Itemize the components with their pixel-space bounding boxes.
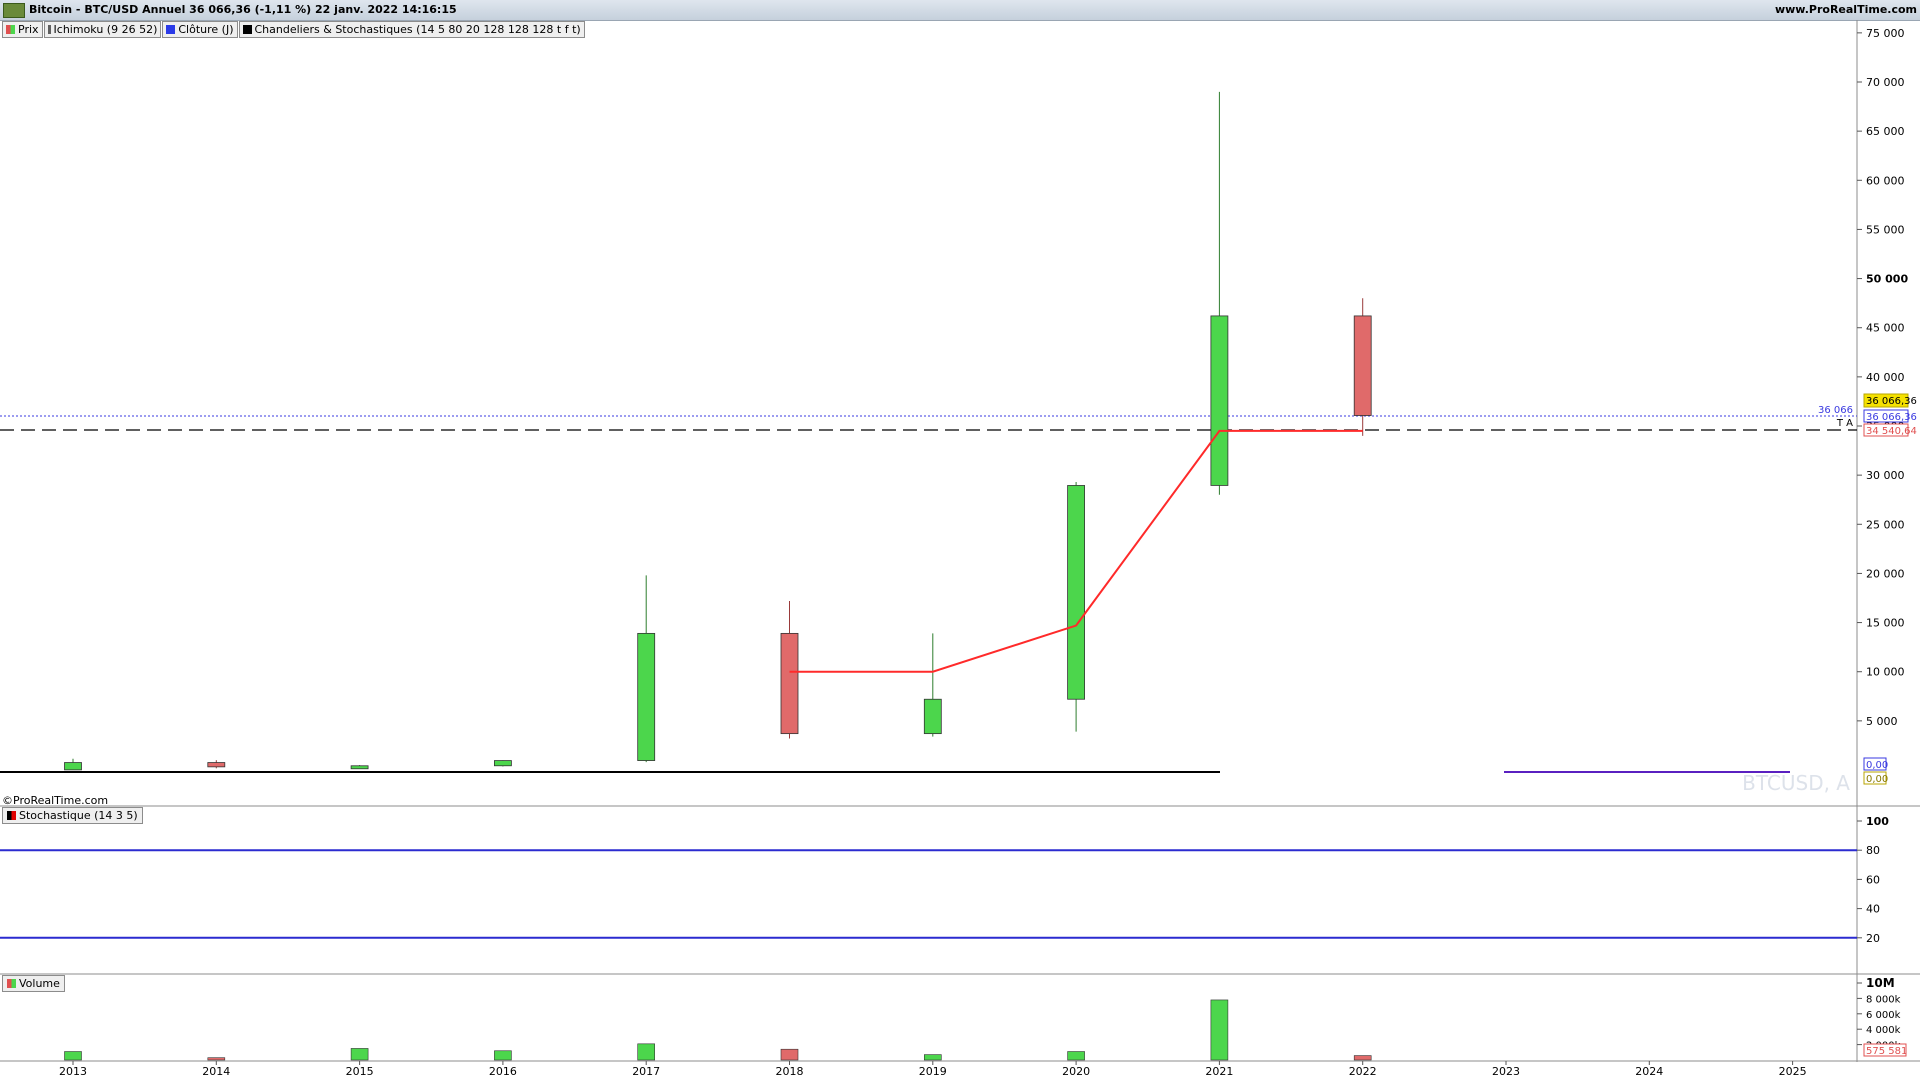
candle-body-2022[interactable] bbox=[1353, 315, 1372, 416]
y-tick-label: 40 000 bbox=[1866, 371, 1905, 384]
badge-zero-2: 0,00 bbox=[1866, 774, 1888, 785]
y-tick-label: 75 000 bbox=[1866, 27, 1905, 40]
last-price-label: 36 066 bbox=[1818, 405, 1853, 416]
y-tick-label: 50 000 bbox=[1866, 273, 1908, 286]
volume-bar-2020[interactable] bbox=[1067, 1051, 1085, 1061]
y-tick-label: 65 000 bbox=[1866, 125, 1905, 138]
y-tick-label: 15 000 bbox=[1866, 617, 1905, 630]
badge-close-price: 36 066,36 bbox=[1866, 412, 1917, 423]
volume-bar-2021[interactable] bbox=[1210, 999, 1229, 1061]
y-tick-label: 5 000 bbox=[1866, 715, 1898, 728]
x-tick-label: 2014 bbox=[202, 1065, 230, 1078]
y-tick-label: 30 000 bbox=[1866, 469, 1905, 482]
volume-bar-2018[interactable] bbox=[780, 1048, 799, 1061]
time-x-axis: 2013 2014 2015 2016 2017 2018 2019 2020 2021 2022… bbox=[59, 1061, 1807, 1078]
chart-canvas[interactable]: 75 000 70 000 65 000 60 000 55 000 50 000 45 0… bbox=[0, 0, 1920, 1080]
ta-label: T A bbox=[1836, 418, 1853, 429]
stochastic-legend[interactable]: Stochastique (14 3 5) bbox=[2, 807, 143, 824]
volume-tick-label: 4 000k bbox=[1866, 1025, 1901, 1036]
x-tick-label: 2023 bbox=[1492, 1065, 1520, 1078]
candle-body-2020[interactable] bbox=[1067, 485, 1085, 700]
candle-body-2021[interactable] bbox=[1210, 315, 1229, 486]
x-tick-label: 2017 bbox=[632, 1065, 660, 1078]
y-tick-label: 70 000 bbox=[1866, 76, 1905, 89]
volume-tick-label: 8 000k bbox=[1866, 994, 1901, 1005]
candle-body-2017[interactable] bbox=[637, 632, 656, 761]
candle-body-2015[interactable] bbox=[350, 765, 369, 770]
candle-body-2014[interactable] bbox=[207, 762, 226, 768]
x-tick-label: 2015 bbox=[346, 1065, 374, 1078]
volume-swatch-icon bbox=[7, 979, 16, 988]
x-tick-label: 2013 bbox=[59, 1065, 87, 1078]
y-tick-label: 45 000 bbox=[1866, 322, 1905, 335]
volume-bar-2014[interactable] bbox=[207, 1057, 226, 1061]
x-tick-label: 2025 bbox=[1779, 1065, 1807, 1078]
stochastic-panel: 100 80 60 40 20 bbox=[0, 815, 1889, 945]
candles-group bbox=[64, 91, 1372, 771]
x-tick-label: 2020 bbox=[1062, 1065, 1090, 1078]
stoch-tick-label: 40 bbox=[1866, 903, 1880, 916]
candle-body-2016[interactable] bbox=[493, 760, 512, 767]
volume-bar-2017[interactable] bbox=[637, 1043, 656, 1061]
y-tick-label: 10 000 bbox=[1866, 666, 1905, 679]
stoch-tick-label: 80 bbox=[1866, 844, 1880, 857]
x-tick-label: 2021 bbox=[1205, 1065, 1233, 1078]
x-tick-label: 2018 bbox=[776, 1065, 804, 1078]
badge-last-price: 36 066,36 bbox=[1866, 396, 1917, 407]
candle-body-2019[interactable] bbox=[923, 698, 942, 735]
volume-last-badge: 575 581 bbox=[1866, 1046, 1907, 1057]
stoch-tick-label: 100 bbox=[1866, 815, 1889, 828]
volume-bar-2015[interactable] bbox=[350, 1048, 369, 1061]
candle-body-2018[interactable] bbox=[780, 632, 799, 735]
y-tick-label: 25 000 bbox=[1866, 518, 1905, 531]
stoch-tick-label: 60 bbox=[1866, 873, 1880, 886]
volume-bar-2019[interactable] bbox=[923, 1054, 942, 1061]
volume-bar-2013[interactable] bbox=[64, 1051, 82, 1061]
stoch-swatch-icon bbox=[7, 811, 16, 820]
badge-ta-price: 34 540,64 bbox=[1866, 426, 1917, 437]
copyright-label: ©ProRealTime.com bbox=[2, 794, 109, 807]
candle-body-2013[interactable] bbox=[64, 762, 82, 771]
x-tick-label: 2019 bbox=[919, 1065, 947, 1078]
volume-bar-2022[interactable] bbox=[1353, 1055, 1372, 1061]
x-tick-label: 2016 bbox=[489, 1065, 517, 1078]
volume-label: Volume bbox=[19, 977, 60, 990]
y-tick-label: 55 000 bbox=[1866, 223, 1905, 236]
x-tick-label: 2024 bbox=[1635, 1065, 1663, 1078]
volume-bar-2016[interactable] bbox=[494, 1050, 512, 1061]
price-y-axis: 75 000 70 000 65 000 60 000 55 000 50 000 45 0… bbox=[1857, 27, 1908, 728]
x-tick-label: 2022 bbox=[1349, 1065, 1377, 1078]
stochastic-label: Stochastique (14 3 5) bbox=[19, 809, 138, 822]
volume-tick-label: 10M bbox=[1866, 976, 1895, 990]
y-tick-label: 20 000 bbox=[1866, 567, 1905, 580]
y-tick-label: 60 000 bbox=[1866, 174, 1905, 187]
stoch-tick-label: 20 bbox=[1866, 932, 1880, 945]
badge-zero-1: 0,00 bbox=[1866, 760, 1888, 771]
volume-tick-label: 6 000k bbox=[1866, 1010, 1901, 1021]
volume-panel: 10M8 000k6 000k4 000k2 000k bbox=[64, 976, 1901, 1061]
symbol-watermark: BTCUSD, A bbox=[1742, 771, 1850, 795]
volume-legend[interactable]: Volume bbox=[2, 975, 65, 992]
